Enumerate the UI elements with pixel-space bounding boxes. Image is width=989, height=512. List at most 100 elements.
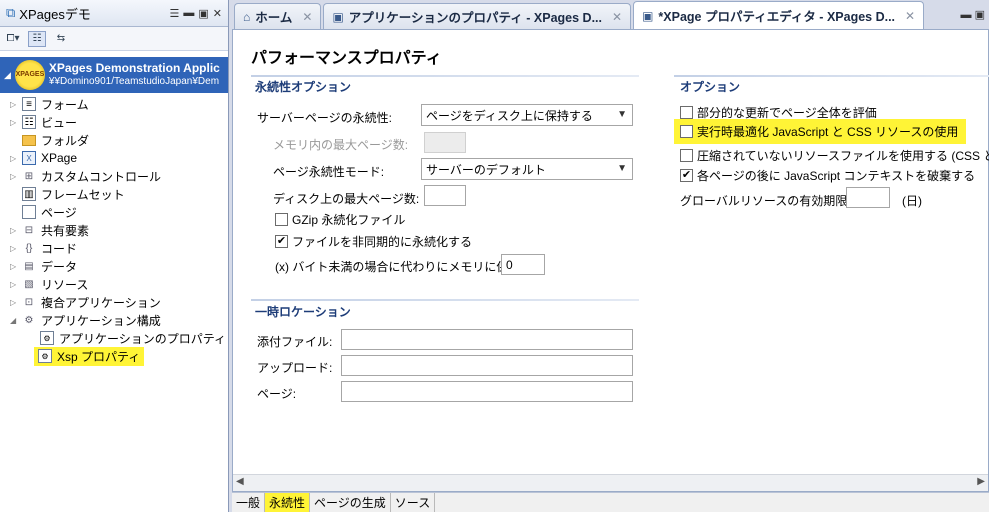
folder-icon [22,134,36,146]
section-divider [251,75,639,77]
navigator-title: XPagesデモ [19,6,91,22]
expand-arrow-icon[interactable]: ▷ [10,172,22,181]
expiry-input[interactable] [846,187,890,208]
collapse-all-icon[interactable]: ⇆ [52,31,70,47]
tab-app-properties[interactable]: ▣ アプリケーションのプロパティ - XPages D... ✕ [323,3,632,29]
page-icon [22,205,36,219]
tab-persistence[interactable]: 永続性 [265,493,311,512]
tree-item-forms[interactable]: ▷ ≡ フォーム [0,95,228,113]
tree-item-code[interactable]: ▷{} コード [0,239,228,257]
close-tab-icon[interactable]: ✕ [612,10,622,24]
max-pages-disk-input[interactable] [424,185,466,206]
tree-item-folders[interactable]: フォルダ [0,131,228,149]
expand-arrow-icon[interactable]: ▷ [10,100,22,109]
chevron-down-icon: ▼ [617,109,627,120]
tree-item-app-properties[interactable]: ⚙ アプリケーションのプロパティ [0,329,228,347]
upload-label: アップロード: [257,361,333,375]
page-mode-label: ページ永続性モード: [273,165,385,179]
scroll-left-icon[interactable]: ◀ [236,476,244,487]
app-config-icon: ⚙ [24,314,34,326]
discard-js-option[interactable]: ✔ 各ページの後に JavaScript コンテキストを破棄する [680,167,975,184]
partial-refresh-checkbox[interactable] [680,106,693,119]
expand-arrow-icon[interactable]: ▷ [10,280,22,289]
tab-general[interactable]: 一般 [232,493,266,512]
expand-arrow-icon[interactable]: ▷ [10,154,22,163]
horizontal-scrollbar[interactable]: ◀ ▶ [233,474,988,491]
database-path: ¥¥Domino901/TeamstudioJapan¥Dem [48,76,220,87]
maximize-icon[interactable]: ▣ [198,7,208,20]
close-tab-icon[interactable]: ✕ [302,10,312,24]
runtime-optimized-checkbox[interactable] [680,125,693,138]
collapse-arrow-icon[interactable]: ◢ [10,316,22,325]
shared-elements-icon: ⊟ [24,224,34,236]
gzip-checkbox[interactable] [275,213,288,226]
runtime-optimized-option[interactable]: 実行時最適化 JavaScript と CSS リソースの使用 [674,119,967,144]
expand-arrow-icon[interactable]: ▷ [10,298,22,307]
tab-page-generation[interactable]: ページの生成 [310,493,391,512]
tab-home[interactable]: ⌂ ホーム ✕ [234,3,322,29]
xpage-editor-icon: ▣ [642,8,654,23]
tab-xpage-property-editor[interactable]: ▣ *XPage プロパティエディタ - XPages D... ✕ [633,1,925,29]
tree-item-composite-apps[interactable]: ▷ ⊡ 複合アプリケーション [0,293,228,311]
tab-source[interactable]: ソース [391,493,436,512]
minimize-icon[interactable]: ▬ [183,7,194,20]
scroll-right-icon[interactable]: ▶ [977,476,985,487]
tree-item-pages[interactable]: ページ [0,203,228,221]
upload-input[interactable] [341,355,633,376]
expand-arrow-icon[interactable]: ▷ [10,118,22,127]
persistence-section-heading: 永続性オプション [255,80,352,94]
view-menu-icon[interactable]: ☰ [170,7,180,20]
editor-area: ⌂ ホーム ✕ ▣ アプリケーションのプロパティ - XPages D... ✕… [232,0,989,512]
async-option[interactable]: ✔ ファイルを非同期的に永続化する [275,233,472,250]
page-input[interactable] [341,381,633,402]
application-navigator: ⧉ XPagesデモ ☰ ▬ ▣ ✕ ⧠▾ ☷ ⇆ ◢ XPAGES XPage… [0,0,229,512]
tree-item-xsp-properties[interactable]: ⚙ Xsp プロパティ [0,346,228,366]
expiry-label: グローバルリソースの有効期限: [680,194,851,208]
xpage-icon: X [22,151,36,165]
max-pages-disk-label: ディスク上の最大ページ数: [273,192,420,206]
server-page-select[interactable]: ページをディスク上に保持する ▼ [421,104,633,126]
max-pages-memory-label: メモリ内の最大ページ数: [273,138,409,152]
gzip-option[interactable]: GZip 永続化ファイル [275,211,405,228]
uncompressed-checkbox[interactable] [680,149,693,162]
page-label: ページ: [257,387,297,401]
composite-app-icon: ⊡ [24,296,34,308]
close-icon[interactable]: ✕ [213,7,222,20]
options-heading: オプション [680,80,741,94]
tree-item-resources[interactable]: ▷ ▧ リソース [0,275,228,293]
tree-item-shared-elements[interactable]: ▷ ⊟ 共有要素 [0,221,228,239]
page-mode-select[interactable]: サーバーのデフォルト ▼ [421,158,633,180]
discard-js-checkbox[interactable]: ✔ [680,169,693,182]
max-pages-memory-input[interactable] [424,132,466,153]
close-tab-icon[interactable]: ✕ [905,9,915,23]
tree-item-xpages[interactable]: ▷ X XPage [0,149,228,167]
expand-arrow-icon[interactable]: ▷ [10,262,22,271]
app-properties-icon: ▣ [332,9,344,24]
expand-arrow-icon[interactable]: ◢ [4,70,11,81]
tree-item-data[interactable]: ▷ ▤ データ [0,257,228,275]
maximize-icon[interactable]: ▣ [975,9,985,21]
attachments-input[interactable] [341,329,633,350]
tree-item-framesets[interactable]: ▥ フレームセット [0,185,228,203]
minimize-icon[interactable]: ▬ [961,9,972,21]
page-title: パフォーマンスプロパティ [251,50,442,67]
database-row[interactable]: ◢ XPAGES XPages Demonstration Applic ¥¥D… [0,57,228,93]
section-divider [251,299,639,301]
custom-control-icon: ⊞ [24,170,34,182]
tree-item-custom-controls[interactable]: ▷ ⊞ カスタムコントロール [0,167,228,185]
design-tree: ▷ ≡ フォーム ▷ ☷ ビュー フォルダ ▷ X XPage ▷ ⊞ カスタムコントロール ▥… [0,95,228,366]
xpages-database-icon: XPAGES [14,60,45,90]
temp-location-heading: 一時ロケーション [255,305,351,319]
bytes-input[interactable]: 0 [501,254,545,275]
code-icon: {} [25,242,33,254]
tree-item-views[interactable]: ▷ ☷ ビュー [0,113,228,131]
tree-item-app-config[interactable]: ◢ ⚙ アプリケーション構成 [0,311,228,329]
expand-arrow-icon[interactable]: ▷ [10,226,22,235]
tree-view-icon[interactable]: ☷ [28,30,46,47]
navigator-title-bar: ⧉ XPagesデモ ☰ ▬ ▣ ✕ [0,0,228,27]
expand-arrow-icon[interactable]: ▷ [10,244,22,253]
form-icon: ≡ [22,97,36,111]
new-dropdown-icon[interactable]: ⧠▾ [4,31,22,47]
async-checkbox[interactable]: ✔ [275,235,288,248]
uncompressed-option[interactable]: 圧縮されていないリソースファイルを使用する (CSS と Dojo) [680,147,989,164]
